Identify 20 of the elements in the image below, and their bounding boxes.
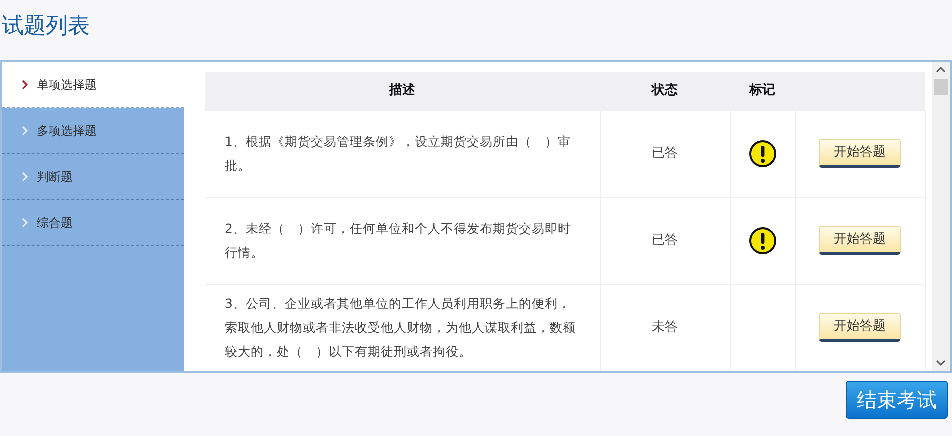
column-header: 标记 xyxy=(730,72,795,110)
scroll-thumb[interactable] xyxy=(934,78,948,94)
status-cell: 已答 xyxy=(600,197,730,284)
sidebar-item[interactable]: 判断题 xyxy=(2,154,184,200)
column-header: 状态 xyxy=(600,72,730,110)
start-answer-button[interactable]: 开始答题 xyxy=(819,226,901,256)
start-answer-button[interactable]: 开始答题 xyxy=(819,138,901,168)
status-cell: 已答 xyxy=(600,110,730,197)
scroll-down-icon[interactable] xyxy=(936,359,946,367)
start-answer-button[interactable]: 开始答题 xyxy=(819,312,901,342)
question-text: 2、未经（ ）许可，任何单位和个人不得发布期货交易即时行情。 xyxy=(205,197,600,284)
sidebar-item[interactable]: 综合题 xyxy=(2,200,184,246)
page-title: 试题列表 xyxy=(1,13,91,41)
scrollbar[interactable] xyxy=(932,62,950,371)
column-header: 描述 xyxy=(205,72,600,110)
scroll-up-icon[interactable] xyxy=(936,66,946,74)
sidebar-item[interactable]: 多项选择题 xyxy=(2,108,184,154)
sidebar-item[interactable]: 单项选择题 xyxy=(2,62,184,108)
end-exam-button[interactable]: 结束考试 xyxy=(846,381,948,419)
question-text: 1、根据《期货交易管理条例》，设立期货交易所由（ ）审批。 xyxy=(205,110,600,197)
